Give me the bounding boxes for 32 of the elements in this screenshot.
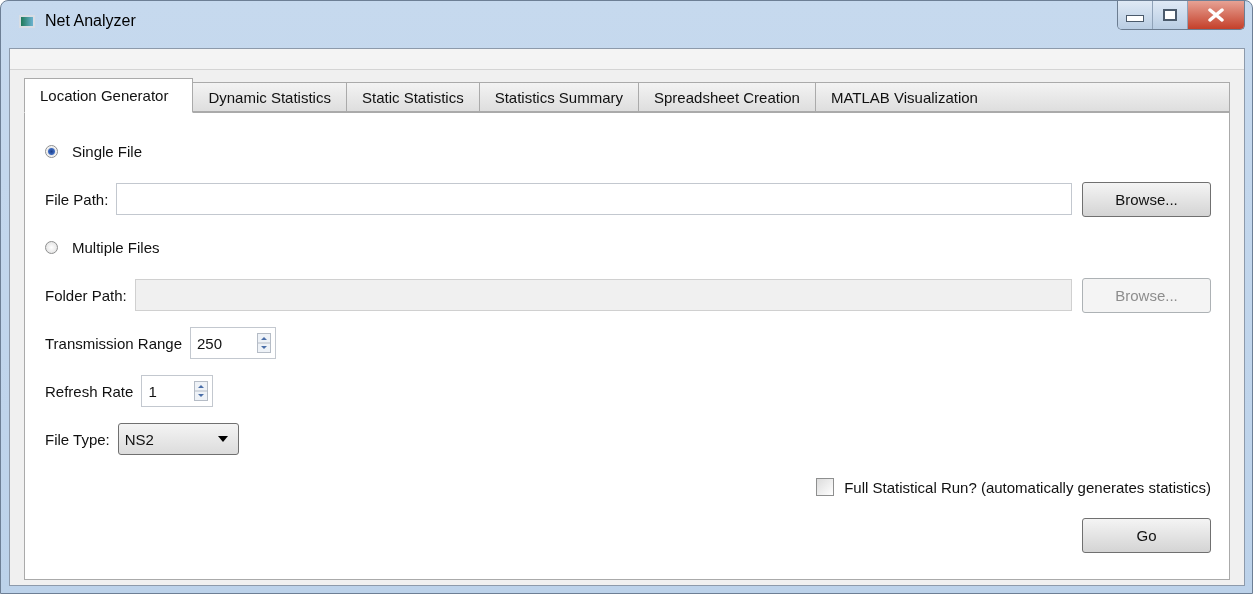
text-field[interactable] [116,183,1072,215]
minimize-button[interactable] [1118,1,1153,29]
radio-button[interactable] [45,144,58,158]
radio-button[interactable] [45,240,58,254]
field-label: Transmission Range [45,334,182,352]
tab[interactable]: Statistics Summary [479,82,639,112]
close-icon [1207,8,1225,22]
maximize-button[interactable] [1153,1,1188,29]
browse-button[interactable]: Browse... [1082,181,1211,217]
field-label: File Path: [45,190,109,208]
radio-label: Single File [72,142,143,160]
caret-icon [217,436,228,442]
spin-arrows-icon[interactable] [194,381,209,401]
field-label: File Type: [45,430,110,448]
tab[interactable]: Location Generator [24,78,194,113]
close-button[interactable] [1188,1,1244,29]
checkbox-label: Full Statistical Run? (automatically generates statistics) [844,478,1211,496]
field-label: Refresh Rate [45,382,134,400]
field-label: Folder Path: [45,286,127,304]
checkbox[interactable] [816,478,835,496]
window-title: Net Analyzer [45,12,136,30]
tab[interactable]: Spreadsheet Creation [639,82,816,112]
tab[interactable]: Dynamic Statistics [193,82,347,112]
tab[interactable]: Static Statistics [346,82,480,112]
spin-box[interactable]: 250 [190,327,276,359]
go-button[interactable]: Go [1082,517,1211,553]
spin-box[interactable]: 1 [141,375,214,407]
spin-arrows-icon[interactable] [257,333,271,353]
app-icon [19,14,35,28]
dropdown[interactable]: NS2 [117,423,239,455]
tab[interactable]: MATLAB Visualization [815,82,1230,112]
radio-label: Multiple Files [72,238,160,256]
